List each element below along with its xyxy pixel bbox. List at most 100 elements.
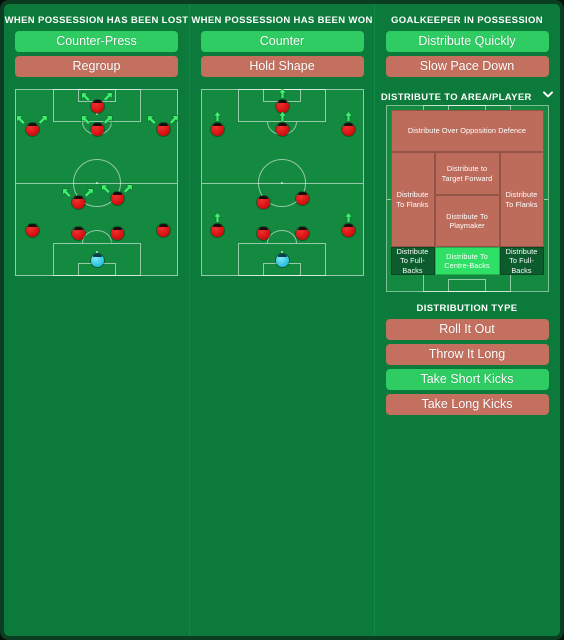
- distribute-cell-label: Distribute To Full-Backs: [396, 246, 429, 275]
- movement-arrow-up-icon: [212, 111, 223, 122]
- player-token-right-cb[interactable]: [296, 226, 309, 240]
- column-goalkeeper: GOALKEEPER IN POSSESSION Distribute Quic…: [374, 4, 559, 636]
- pitch-possession-won[interactable]: [200, 88, 364, 276]
- movement-arrow-up-right-icon: [37, 115, 48, 126]
- distribute-cell-distribute-to-full-backs[interactable]: Distribute To Full-Backs: [499, 246, 544, 275]
- section-title-distribution-type: DISTRIBUTION TYPE: [416, 303, 518, 314]
- movement-arrow-up-right-icon: [122, 184, 133, 195]
- distribute-cell-label: Distribute To Playmaker: [446, 211, 488, 231]
- player-head-icon: [73, 226, 83, 230]
- player-token-attacking-mid[interactable]: [276, 122, 289, 136]
- distribute-cell-distribute-to-flanks[interactable]: Distribute To Flanks: [390, 152, 435, 247]
- centre-spot: [281, 181, 283, 184]
- player-token-left-cb[interactable]: [71, 226, 85, 240]
- section-title-possession-won: WHEN POSSESSION HAS BEEN WON: [191, 15, 373, 26]
- movement-arrow-up-icon: [343, 111, 354, 122]
- centre-spot: [95, 181, 98, 184]
- distribute-cell-distribute-to-full-backs[interactable]: Distribute To Full-Backs: [390, 246, 435, 275]
- player-head-icon: [259, 226, 268, 230]
- movement-arrow-up-right-icon: [168, 115, 179, 126]
- penalty-spot-bottom: [281, 251, 283, 253]
- player-head-icon: [278, 253, 287, 257]
- penalty-spot-top: [95, 113, 98, 115]
- player-head-icon: [278, 99, 287, 103]
- tactics-panel: WHEN POSSESSION HAS BEEN LOST Counter-Pr…: [0, 0, 564, 640]
- option-throw-it-long[interactable]: Throw It Long: [385, 344, 549, 365]
- tactics-columns: WHEN POSSESSION HAS BEEN LOST Counter-Pr…: [4, 4, 560, 636]
- chevron-down-icon[interactable]: [543, 91, 554, 98]
- option-distribute-quickly[interactable]: Distribute Quickly: [385, 31, 549, 52]
- distribute-cell-distribute-to-centre-backs[interactable]: Distribute To Centre-Backs: [434, 247, 500, 275]
- section-title-possession-lost: WHEN POSSESSION HAS BEEN LOST: [4, 15, 189, 26]
- distribute-cell-label: Distribute To Full-Backs: [505, 246, 538, 275]
- distribute-cell-distribute-to-playmaker[interactable]: Distribute To Playmaker: [434, 195, 500, 247]
- option-counter-press[interactable]: Counter-Press: [15, 31, 178, 52]
- player-head-icon: [158, 223, 168, 227]
- movement-arrow-up-left-icon: [147, 115, 158, 126]
- player-head-icon: [112, 226, 122, 230]
- penalty-spot-bottom: [95, 251, 98, 253]
- distribute-cell-label: Distribute Over Opposition Defence: [407, 126, 527, 136]
- movement-arrow-up-left-icon: [16, 115, 27, 126]
- player-head-icon: [92, 122, 102, 126]
- player-token-right-cb[interactable]: [110, 226, 124, 240]
- player-head-icon: [27, 122, 37, 126]
- player-token-right-back[interactable]: [156, 223, 170, 237]
- option-take-short-kicks[interactable]: Take Short Kicks: [385, 369, 549, 390]
- player-head-icon: [112, 191, 122, 195]
- player-token-right-winger[interactable]: [342, 122, 355, 136]
- player-head-icon: [73, 195, 83, 199]
- distribute-cell-distribute-to-target-forward[interactable]: Distribute to Target Forward: [434, 152, 500, 195]
- player-token-left-back[interactable]: [211, 223, 224, 237]
- option-regroup[interactable]: Regroup: [15, 56, 178, 77]
- distribute-cell-label: Distribute To Centre-Backs: [444, 251, 490, 271]
- pitch-possession-lost[interactable]: [15, 89, 179, 276]
- option-roll-it-out[interactable]: Roll It Out: [385, 319, 549, 340]
- distribute-cell-distribute-over-opposition-defence[interactable]: Distribute Over Opposition Defence: [390, 110, 544, 152]
- player-token-goalkeeper[interactable]: [276, 253, 289, 267]
- distribute-cell-label: Distribute to Target Forward: [441, 164, 493, 183]
- penalty-spot-top: [281, 113, 283, 115]
- option-slow-pace-down[interactable]: Slow Pace Down: [385, 56, 549, 77]
- player-token-right-cm[interactable]: [296, 191, 309, 205]
- section-title-goalkeeper: GOALKEEPER IN POSSESSION: [391, 15, 543, 26]
- player-head-icon: [278, 122, 287, 126]
- player-token-left-cm[interactable]: [71, 195, 85, 209]
- player-head-icon: [158, 122, 168, 126]
- option-hold-shape[interactable]: Hold Shape: [200, 56, 364, 77]
- player-head-icon: [27, 223, 37, 227]
- distribute-cell-label: Distribute To Flanks: [396, 190, 429, 209]
- option-counter[interactable]: Counter: [200, 31, 364, 52]
- player-token-left-winger[interactable]: [25, 122, 39, 136]
- player-head-icon: [298, 226, 307, 230]
- player-head-icon: [92, 253, 102, 257]
- movement-arrow-up-icon: [212, 212, 223, 223]
- player-token-left-winger[interactable]: [211, 122, 224, 136]
- player-token-right-winger[interactable]: [156, 122, 170, 136]
- column-possession-lost: WHEN POSSESSION HAS BEEN LOST Counter-Pr…: [4, 4, 189, 636]
- option-take-long-kicks[interactable]: Take Long Kicks: [385, 394, 549, 415]
- distribute-cell-distribute-to-flanks[interactable]: Distribute To Flanks: [499, 152, 544, 247]
- movement-arrow-up-icon: [343, 212, 354, 223]
- distribute-area-label: DISTRIBUTE TO AREA/PLAYER: [380, 92, 532, 103]
- player-head-icon: [298, 191, 307, 195]
- player-token-left-back[interactable]: [25, 223, 39, 237]
- player-token-goalkeeper[interactable]: [90, 253, 104, 267]
- player-token-right-cm[interactable]: [110, 191, 124, 205]
- player-token-right-back[interactable]: [342, 223, 355, 237]
- movement-arrow-up-left-icon: [62, 188, 73, 199]
- player-head-icon: [213, 122, 222, 126]
- player-head-icon: [344, 223, 353, 227]
- player-token-left-cb[interactable]: [257, 226, 270, 240]
- distribution-area-pitch: Distribute Over Opposition Defence Distri…: [385, 105, 549, 292]
- player-token-left-cm[interactable]: [257, 195, 270, 209]
- distribute-cell-label: Distribute To Flanks: [505, 190, 538, 209]
- player-head-icon: [344, 122, 353, 126]
- column-possession-won: WHEN POSSESSION HAS BEEN WON Counter Hol…: [189, 4, 374, 636]
- player-head-icon: [92, 99, 102, 103]
- player-head-icon: [259, 195, 268, 199]
- player-token-striker[interactable]: [90, 99, 104, 113]
- player-token-attacking-mid[interactable]: [90, 122, 104, 136]
- distribute-area-dropdown[interactable]: DISTRIBUTE TO AREA/PLAYER: [375, 87, 559, 103]
- player-token-striker[interactable]: [276, 99, 289, 113]
